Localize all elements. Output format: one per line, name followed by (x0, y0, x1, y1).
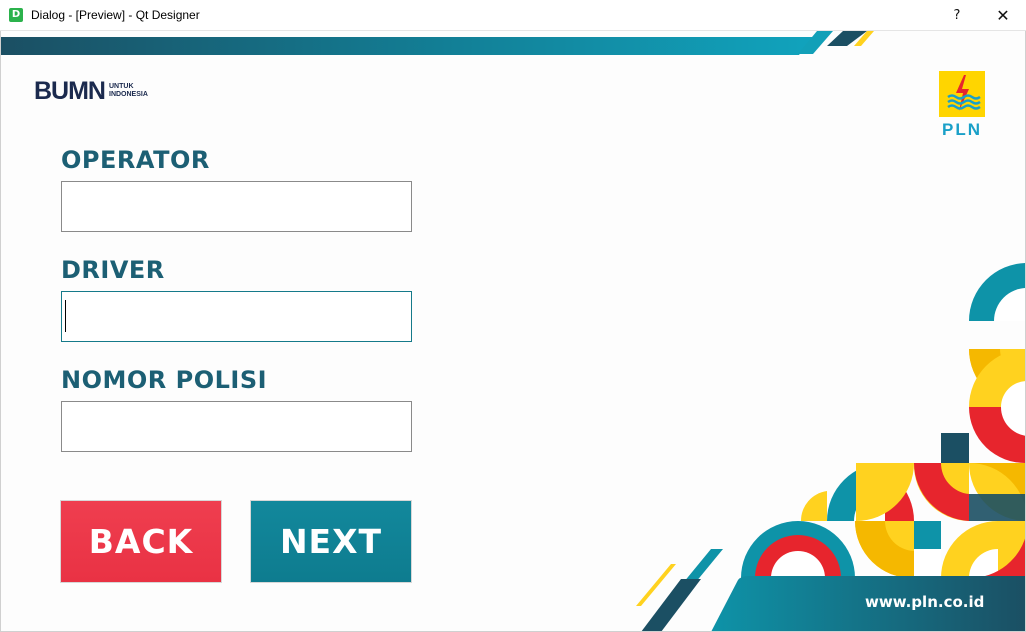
nomor-polisi-input[interactable] (61, 401, 412, 452)
pln-logo-text: PLN (942, 120, 982, 139)
footer-url: www.pln.co.id (865, 593, 985, 611)
close-button[interactable]: ✕ (980, 0, 1026, 31)
help-button[interactable]: ? (934, 0, 980, 31)
driver-label: DRIVER (61, 256, 165, 284)
back-button[interactable]: BACK (61, 501, 221, 582)
qt-designer-app-icon: D (9, 8, 23, 22)
bumn-logo: BUMN UNTUK INDONESIA (34, 77, 148, 105)
pln-emblem-icon (939, 71, 985, 117)
top-band (1, 37, 813, 55)
bumn-logo-text: BUMN (34, 77, 106, 105)
bumn-logo-subtitle: UNTUK INDONESIA (109, 83, 148, 98)
text-cursor (65, 300, 66, 332)
driver-input[interactable] (61, 291, 412, 342)
arch-pattern (741, 263, 1025, 579)
nomor-polisi-label: NOMOR POLISI (61, 366, 268, 394)
window-title: Dialog - [Preview] - Qt Designer (31, 8, 200, 22)
bottom-stripe-navy (641, 579, 701, 631)
operator-label: OPERATOR (61, 146, 210, 174)
operator-input[interactable] (61, 181, 412, 232)
title-bar: D Dialog - [Preview] - Qt Designer ? ✕ (0, 0, 1026, 31)
next-button[interactable]: NEXT (251, 501, 411, 582)
pln-logo: PLN (938, 71, 986, 140)
